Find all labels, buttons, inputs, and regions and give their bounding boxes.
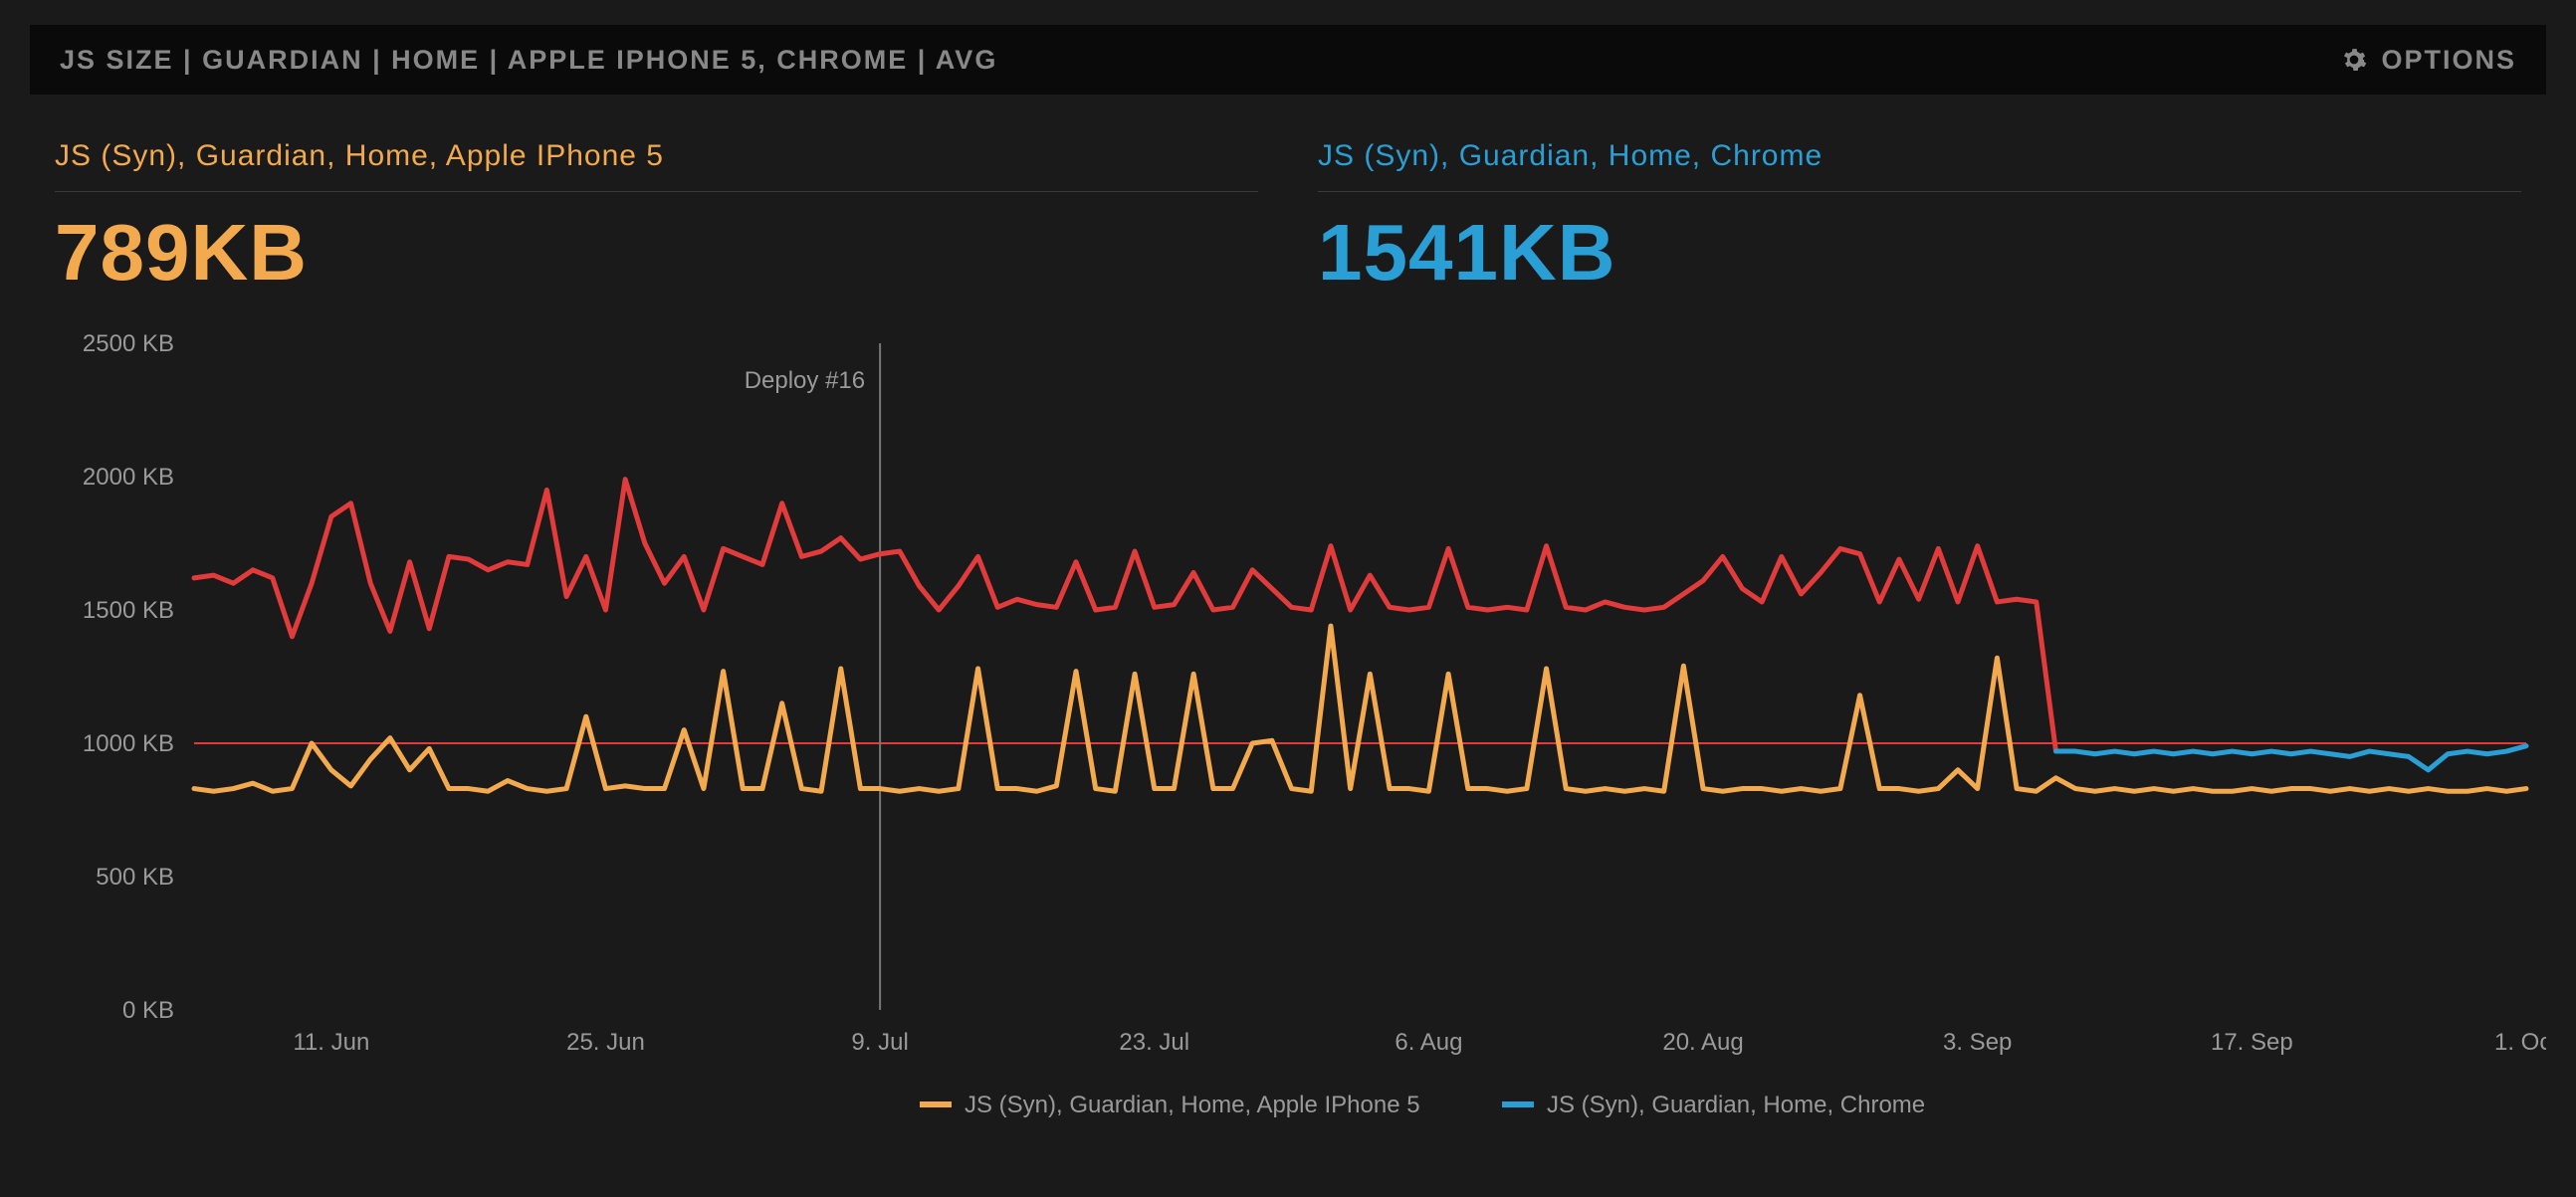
series-line xyxy=(2055,746,2526,770)
deploy-marker-label: Deploy #16 xyxy=(745,367,865,394)
y-tick: 2500 KB xyxy=(83,333,174,357)
svg-text:500 KB: 500 KB xyxy=(96,864,174,891)
svg-text:1000 KB: 1000 KB xyxy=(83,730,174,757)
svg-text:17. Sep: 17. Sep xyxy=(2211,1029,2293,1056)
x-tick: 6. Aug xyxy=(1395,1029,1462,1056)
svg-text:23. Jul: 23. Jul xyxy=(1119,1029,1189,1056)
chart-container: 0 KB 500 KB 1000 KB 1500 KB 2000 KB 2500 KB De… xyxy=(30,333,2546,1139)
y-tick: 1000 KB xyxy=(83,730,174,757)
svg-text:9. Jul: 9. Jul xyxy=(851,1029,908,1056)
line-chart: 0 KB 500 KB 1000 KB 1500 KB 2000 KB 2500 KB De… xyxy=(30,333,2546,1139)
x-tick: 3. Sep xyxy=(1943,1029,2012,1056)
legend-label: JS (Syn), Guardian, Home, Chrome xyxy=(1547,1092,1925,1118)
series-line xyxy=(194,626,2526,791)
options-button[interactable]: OPTIONS xyxy=(2341,45,2516,76)
svg-text:2500 KB: 2500 KB xyxy=(83,333,174,357)
legend-label: JS (Syn), Guardian, Home, Apple IPhone 5 xyxy=(965,1092,1420,1118)
metric-value: 1541KB xyxy=(1318,207,2521,299)
metrics-row: JS (Syn), Guardian, Home, Apple IPhone 5… xyxy=(55,139,2521,299)
svg-text:0 KB: 0 KB xyxy=(122,997,174,1024)
svg-text:2000 KB: 2000 KB xyxy=(83,464,174,491)
y-tick: 1500 KB xyxy=(83,597,174,624)
metric-title: JS (Syn), Guardian, Home, Apple IPhone 5 xyxy=(55,139,1258,192)
y-tick: 0 KB xyxy=(122,997,174,1024)
svg-text:1500 KB: 1500 KB xyxy=(83,597,174,624)
page-title: JS SIZE | GUARDIAN | HOME | APPLE IPHONE… xyxy=(60,45,997,76)
x-tick: 20. Aug xyxy=(1662,1029,1743,1056)
header-bar: JS SIZE | GUARDIAN | HOME | APPLE IPHONE… xyxy=(30,25,2546,95)
options-label: OPTIONS xyxy=(2381,45,2516,76)
gear-icon xyxy=(2341,47,2367,73)
x-tick: 1. Oct xyxy=(2494,1029,2546,1056)
svg-text:3. Sep: 3. Sep xyxy=(1943,1029,2012,1056)
svg-text:20. Aug: 20. Aug xyxy=(1662,1029,1743,1056)
metric-card-iphone: JS (Syn), Guardian, Home, Apple IPhone 5… xyxy=(55,139,1258,299)
x-tick: 9. Jul xyxy=(851,1029,908,1056)
svg-text:11. Jun: 11. Jun xyxy=(293,1029,369,1056)
svg-text:6. Aug: 6. Aug xyxy=(1395,1029,1462,1056)
x-tick: 11. Jun xyxy=(293,1029,369,1056)
y-tick: 2000 KB xyxy=(83,464,174,491)
series-line xyxy=(194,480,2055,751)
x-tick: 25. Jun xyxy=(566,1029,645,1056)
svg-text:1. Oct: 1. Oct xyxy=(2494,1029,2546,1056)
x-tick: 23. Jul xyxy=(1119,1029,1189,1056)
metric-card-chrome: JS (Syn), Guardian, Home, Chrome 1541KB xyxy=(1318,139,2521,299)
metric-value: 789KB xyxy=(55,207,1258,299)
svg-text:25. Jun: 25. Jun xyxy=(566,1029,645,1056)
x-tick: 17. Sep xyxy=(2211,1029,2293,1056)
y-tick: 500 KB xyxy=(96,864,174,891)
metric-title: JS (Syn), Guardian, Home, Chrome xyxy=(1318,139,2521,192)
